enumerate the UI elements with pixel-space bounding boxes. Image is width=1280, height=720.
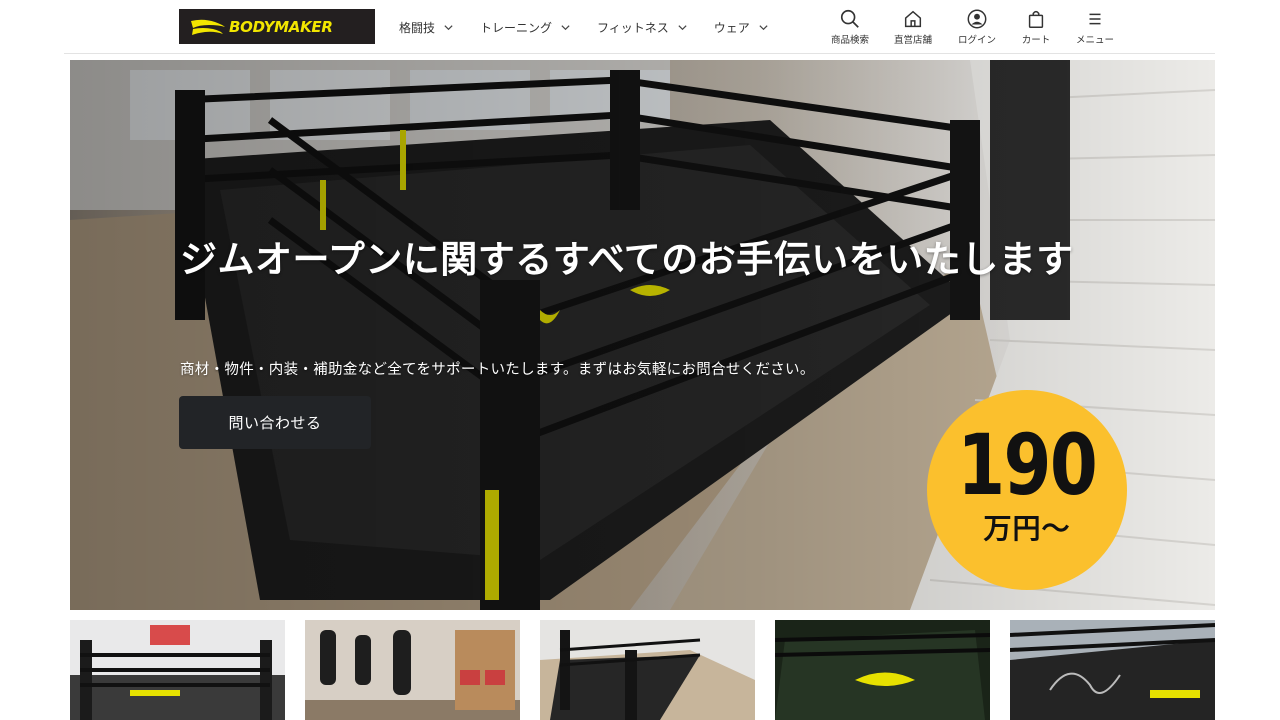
chevron-down-icon (759, 24, 768, 30)
cart-icon (1028, 10, 1044, 28)
header-divider (64, 53, 1215, 54)
logo-text: BODYMAKER (229, 17, 333, 36)
search-icon (840, 9, 859, 28)
store-button[interactable]: 直営店舗 (883, 8, 943, 46)
brand-logo[interactable]: BODYMAKER (179, 9, 375, 44)
site-header: BODYMAKER 格闘技 トレーニング フィットネス ウェア 商品検索 直営店… (0, 0, 1280, 54)
nav-label: 格闘技 (399, 20, 436, 35)
store-icon (904, 10, 922, 28)
main-nav: 格闘技 トレーニング フィットネス ウェア (399, 17, 769, 37)
contact-button[interactable]: 問い合わせる (179, 396, 371, 449)
nav-label: ウェア (713, 20, 750, 35)
nav-item-training[interactable]: トレーニング (480, 17, 571, 37)
util-label: カート (1021, 35, 1051, 46)
price-badge: 190 万円〜 (927, 390, 1127, 590)
gym-ring-thumbnail (540, 620, 755, 720)
nav-item-wear[interactable]: ウェア (714, 17, 769, 37)
thumbnail-4[interactable] (775, 620, 990, 720)
hero-subtitle: 商材・物件・内装・補助金など全てをサポートいたします。まずはお気軽にお問合せくだ… (180, 362, 815, 378)
nav-item-fitness[interactable]: フィットネス (597, 17, 688, 37)
hero-banner[interactable]: ジムオープンに関するすべてのお手伝いをいたします 商材・物件・内装・補助金など全… (70, 60, 1215, 610)
thumbnail-3[interactable] (540, 620, 755, 720)
util-label: 直営店舗 (893, 35, 932, 46)
hero-title: ジムオープンに関するすべてのお手伝いをいたします (180, 238, 1074, 281)
user-icon (967, 9, 987, 29)
util-label: 商品検索 (830, 35, 869, 46)
thumbnail-strip (70, 620, 1215, 720)
nav-item-martial-arts[interactable]: 格闘技 (399, 17, 454, 37)
util-label: ログイン (957, 35, 996, 46)
chevron-down-icon (678, 24, 687, 30)
nav-label: トレーニング (480, 20, 553, 35)
thumbnail-2[interactable] (305, 620, 520, 720)
punching-bags-thumbnail (305, 620, 520, 720)
menu-button[interactable]: メニュー (1065, 8, 1125, 46)
gym-ring-thumbnail (70, 620, 285, 720)
thumbnail-1[interactable] (70, 620, 285, 720)
menu-icon (1089, 13, 1101, 25)
util-label: メニュー (1075, 35, 1114, 46)
bodymaker-emblem-icon (191, 19, 225, 35)
product-search-button[interactable]: 商品検索 (820, 8, 880, 46)
nav-label: フィットネス (597, 20, 669, 35)
chevron-down-icon (561, 24, 570, 30)
gym-ring-thumbnail (1010, 620, 1215, 720)
login-button[interactable]: ログイン (947, 8, 1007, 46)
gym-ring-thumbnail (775, 620, 990, 720)
chevron-down-icon (444, 24, 453, 30)
thumbnail-5[interactable] (1010, 620, 1225, 720)
cart-button[interactable]: カート (1006, 8, 1066, 46)
price-number: 190 (957, 416, 1099, 514)
